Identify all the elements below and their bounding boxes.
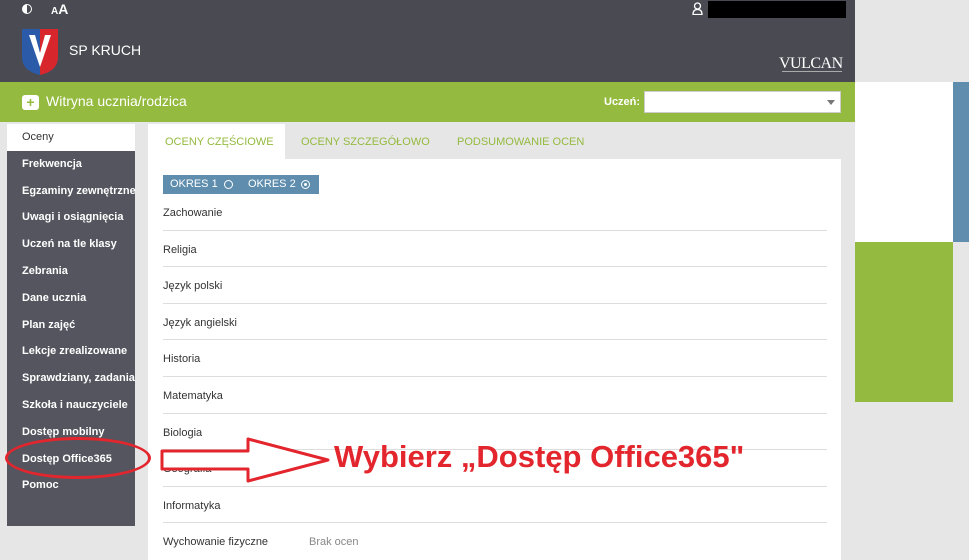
student-select[interactable]	[644, 91, 841, 113]
period-selector: OKRES 1 OKRES 2	[163, 175, 319, 194]
school-name: SP KRUCH	[69, 42, 142, 58]
sidebar-item-plan-zajec[interactable]: Plan zajęć	[7, 312, 135, 339]
sidebar-item-frekwencja[interactable]: Frekwencja	[7, 151, 135, 178]
font-size-large: A	[58, 1, 69, 17]
sidebar-item-uczen-na-tle-klasy[interactable]: Uczeń na tle klasy	[7, 231, 135, 258]
plus-chat-icon: +	[22, 95, 39, 110]
period-1-radio-icon[interactable]	[224, 180, 233, 189]
table-row: Język angielski	[163, 304, 827, 341]
chevron-down-icon	[827, 100, 835, 105]
annotation-arrow-icon	[160, 437, 330, 483]
tab-oceny-czesciowe[interactable]: OCENY CZĘŚCIOWE	[148, 124, 285, 159]
vulcan-logo-underline	[782, 71, 842, 74]
site-title: Witryna ucznia/rodzica	[46, 93, 187, 109]
main-content: OCENY CZĘŚCIOWE OCENY SZCZEGÓŁOWO PODSUM…	[148, 124, 841, 560]
table-row: Informatyka	[163, 487, 827, 524]
subject-name: Historia	[163, 353, 201, 366]
table-row: Zachowanie	[163, 194, 827, 231]
user-icon[interactable]	[692, 2, 703, 18]
font-size-toggle[interactable]: AA	[51, 1, 68, 17]
period-1-label[interactable]: OKRES 1	[170, 175, 218, 194]
sidebar-item-szkola[interactable]: Szkoła i nauczyciele	[7, 392, 135, 419]
table-row: Religia	[163, 231, 827, 268]
tab-podsumowanie-ocen[interactable]: PODSUMOWANIE OCEN	[457, 124, 584, 159]
subject-name: Wychowanie fizyczne	[163, 536, 269, 549]
subject-name: Matematyka	[163, 389, 223, 402]
contrast-icon[interactable]	[22, 4, 32, 14]
top-header: AA SP KRUCH VULCAN	[0, 0, 855, 82]
site-bar: + Witryna ucznia/rodzica Uczeń:	[0, 82, 855, 122]
subjects-list: Zachowanie Religia Język polski Język an…	[163, 194, 827, 560]
table-row: Wychowanie fizyczne Brak ocen	[163, 523, 827, 560]
sidebar-item-uwagi[interactable]: Uwagi i osiągnięcia	[7, 204, 135, 231]
sidebar-item-oceny[interactable]: Oceny	[7, 124, 135, 151]
decor-green-block	[855, 242, 953, 402]
tab-oceny-szczegolowo[interactable]: OCENY SZCZEGÓŁOWO	[301, 124, 430, 159]
table-row: Język polski	[163, 267, 827, 304]
subject-name: Język angielski	[163, 316, 237, 329]
subject-name: Zachowanie	[163, 207, 223, 219]
table-row: Historia	[163, 340, 827, 377]
table-row: Matematyka	[163, 377, 827, 414]
subject-grades: Brak ocen	[309, 536, 359, 549]
sidebar-item-lekcje[interactable]: Lekcje zrealizowane	[7, 338, 135, 365]
annotation-text: Wybierz „Dostęp Office365"	[334, 439, 745, 474]
sidebar-item-sprawdziany[interactable]: Sprawdziany, zadania	[7, 365, 135, 392]
sidebar-item-egzaminy[interactable]: Egzaminy zewnętrzne	[7, 178, 136, 205]
subject-name: Religia	[163, 243, 197, 256]
annotation-ellipse	[5, 437, 151, 479]
student-label: Uczeń:	[604, 96, 641, 108]
period-2-label[interactable]: OKRES 2	[248, 175, 296, 194]
grades-tabs: OCENY CZĘŚCIOWE OCENY SZCZEGÓŁOWO PODSUM…	[148, 124, 841, 159]
school-logo[interactable]	[22, 29, 58, 75]
decor-blue-block	[953, 82, 969, 242]
subject-name: Informatyka	[163, 499, 221, 512]
decor-white-block	[855, 82, 969, 242]
sidebar-item-zebrania[interactable]: Zebrania	[7, 258, 135, 285]
user-name-redacted[interactable]	[708, 1, 846, 18]
sidebar-item-dane-ucznia[interactable]: Dane ucznia	[7, 285, 135, 312]
period-2-radio-icon[interactable]	[301, 180, 310, 189]
subject-name: Język polski	[163, 280, 223, 293]
